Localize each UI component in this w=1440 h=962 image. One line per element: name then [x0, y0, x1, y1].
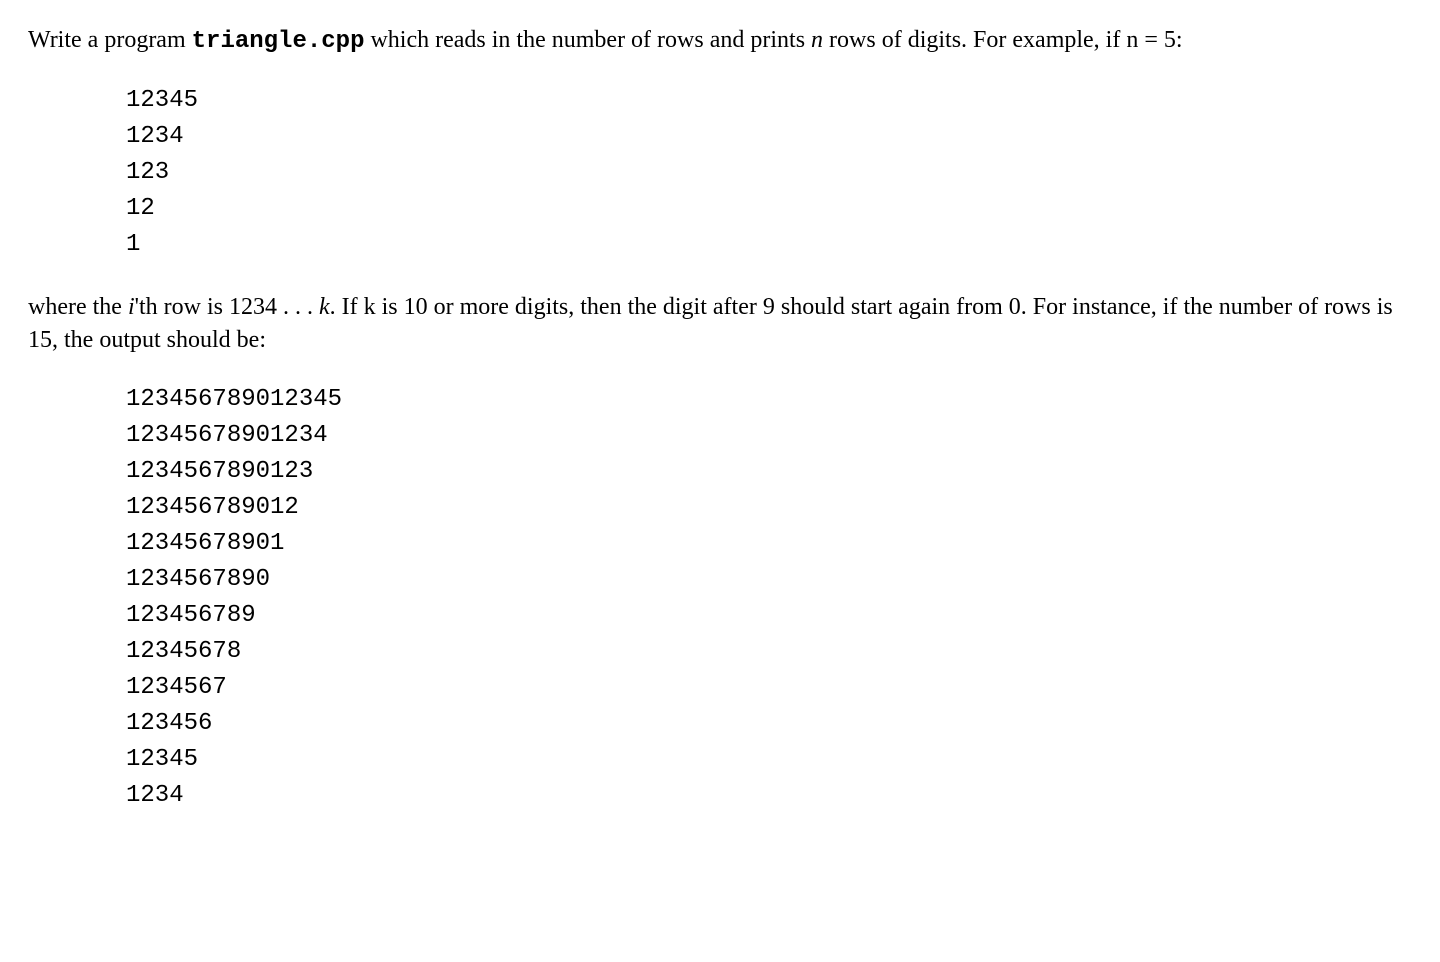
intro-text-part3: rows of digits. For example, if n = 5:	[823, 27, 1183, 53]
intro-text-part2: which reads in the number of rows and pr…	[364, 27, 811, 53]
intro-text-part1: Write a program	[28, 27, 192, 53]
explanation-part2: 'th row is 1234 . . .	[135, 294, 319, 320]
variable-n: n	[811, 27, 823, 53]
example-output-n5: 12345 1234 123 12 1	[126, 83, 1412, 263]
variable-k: k	[319, 294, 330, 320]
program-filename: triangle.cpp	[192, 28, 365, 55]
paragraph-intro: Write a program triangle.cpp which reads…	[28, 24, 1412, 59]
variable-i: i	[128, 294, 135, 320]
example-output-n15: 123456789012345 12345678901234 123456789…	[126, 382, 1412, 814]
paragraph-explanation: where the i'th row is 1234 . . . k. If k…	[28, 291, 1412, 358]
explanation-part1: where the	[28, 294, 128, 320]
